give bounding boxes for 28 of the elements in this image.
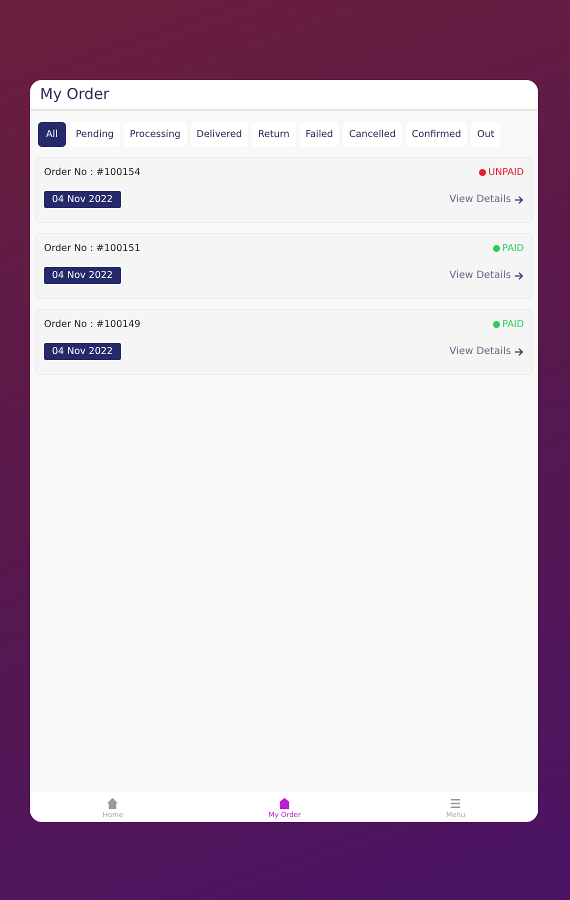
bag-icon <box>278 797 292 810</box>
view-details-link[interactable]: View Details <box>449 346 524 357</box>
filter-tab[interactable]: Processing <box>124 122 186 147</box>
page-title: My Order <box>40 85 110 103</box>
order-date: 04 Nov 2022 <box>44 343 121 360</box>
filter-tab[interactable]: Out <box>471 122 500 147</box>
payment-status: UNPAID <box>479 167 524 178</box>
arrow-icon <box>514 346 524 356</box>
order-number: Order No : #100151 <box>44 243 140 254</box>
filter-tab[interactable]: Failed <box>300 122 340 147</box>
payment-status: PAID <box>493 243 524 254</box>
order-number: Order No : #100154 <box>44 167 140 178</box>
order-number: Order No : #100149 <box>44 319 140 330</box>
order-date: 04 Nov 2022 <box>44 267 121 284</box>
filter-tab[interactable]: All <box>38 122 66 147</box>
arrow-icon <box>514 194 524 204</box>
filter-tab[interactable]: Delivered <box>190 122 248 147</box>
filter-tab[interactable]: Cancelled <box>343 122 402 147</box>
arrow-icon <box>514 270 524 280</box>
filter-tab[interactable]: Pending <box>70 122 120 147</box>
filter-tab[interactable]: Return <box>252 122 296 147</box>
view-details-link[interactable]: View Details <box>449 194 524 205</box>
view-details-link[interactable]: View Details <box>449 270 524 281</box>
menu-icon <box>449 797 462 810</box>
payment-status: PAID <box>493 319 524 330</box>
order-date: 04 Nov 2022 <box>44 191 121 208</box>
filter-tab[interactable]: Confirmed <box>406 122 468 147</box>
home-icon <box>106 797 120 810</box>
